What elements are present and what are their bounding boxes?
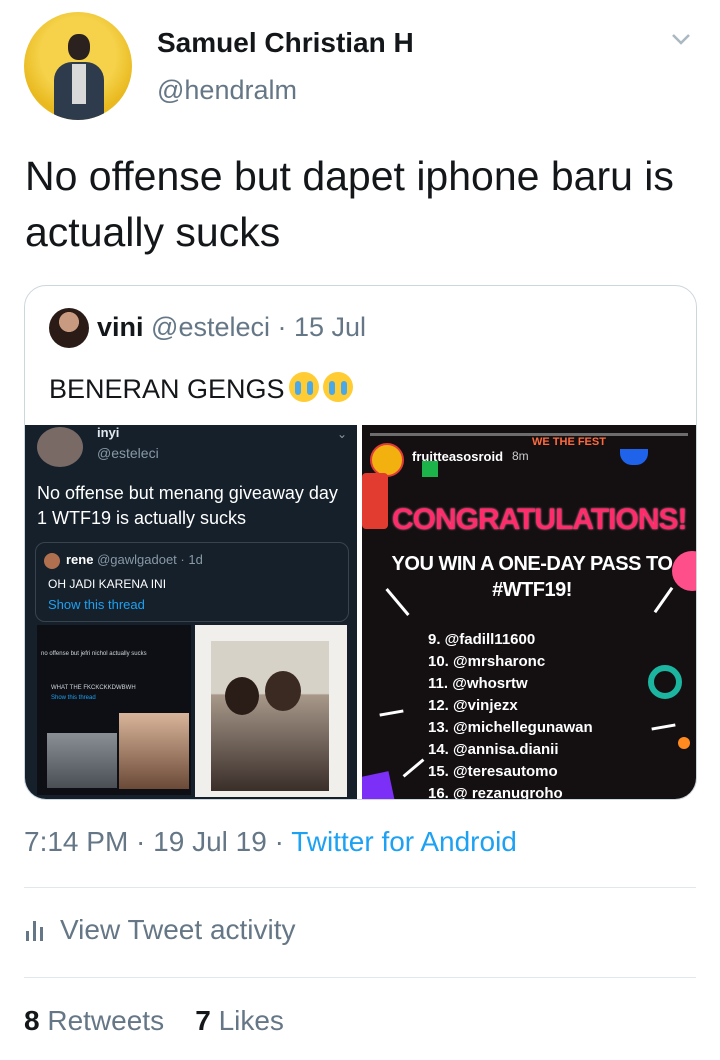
story-win-line2: #WTF19! (492, 579, 572, 601)
quoted-tweet-card[interactable]: vini @esteleci · 15 Jul BENERAN GENGS in… (24, 285, 697, 800)
media-left-quote-avatar (44, 553, 60, 569)
story-time: 8m (512, 449, 529, 463)
story-win-text: YOU WIN A ONE-DAY PASS TO #WTF19! (372, 551, 692, 603)
likes-stat[interactable]: 7 Likes (195, 1005, 284, 1036)
tweet-source-link[interactable]: Twitter for Android (291, 826, 517, 857)
winner-item: 9. @fadill11600 (428, 631, 536, 648)
story-headline: CONGRATULATIONS! (392, 503, 688, 536)
avatar-head (68, 34, 90, 60)
decor-shape (362, 771, 395, 799)
media-left-name: inyi (97, 425, 120, 440)
chevron-down-icon[interactable] (670, 28, 692, 50)
decor-line (651, 723, 676, 731)
quoted-text: BENERAN GENGS (49, 374, 285, 404)
polaroid-person (265, 671, 301, 711)
winner-item: 13. @michellegunawan (428, 719, 593, 736)
chevron-down-icon: ⌄ (336, 427, 347, 441)
avatar-shirt (72, 64, 86, 104)
decor-line (379, 709, 404, 717)
tweet-stats: 8 Retweets 7 Likes (24, 1005, 284, 1037)
likes-label: Likes (218, 1005, 284, 1036)
quoted-header: vini @esteleci · 15 Jul (97, 312, 366, 343)
activity-label: View Tweet activity (60, 914, 296, 945)
we-the-fest-logo: WE THE FEST (532, 436, 606, 448)
media-left-avatar (37, 427, 83, 467)
story-win-line1: YOU WIN A ONE-DAY PASS TO (391, 553, 673, 575)
quoted-avatar[interactable] (49, 308, 89, 348)
media-left-quote-text: OH JADI KARENA INI (48, 577, 167, 591)
winner-item: 15. @teresautomo (428, 763, 558, 780)
winner-item: 10. @mrsharonc (428, 653, 546, 670)
loudly-crying-face-icon (288, 372, 319, 402)
media-left-quote-link: Show this thread (48, 597, 145, 612)
media-left-quote: rene @gawlgadoet · 1d OH JADI KARENA INI… (35, 542, 349, 622)
media-left-handle: @esteleci (97, 445, 159, 461)
winners-list: 9. @fadill11600 10. @mrsharonc 11. @whos… (428, 629, 593, 799)
view-tweet-activity-button[interactable]: View Tweet activity (24, 914, 296, 946)
winner-item: 14. @annisa.dianii (428, 741, 559, 758)
loudly-crying-face-icon (322, 372, 353, 402)
author-name[interactable]: Samuel Christian H (157, 27, 414, 59)
winner-item: 16. @ rezanugroho (428, 785, 563, 799)
divider (24, 887, 696, 888)
retweets-stat[interactable]: 8 Retweets (24, 1005, 164, 1036)
media-left-car-photo (47, 733, 117, 788)
author-handle[interactable]: @hendralm (157, 75, 297, 106)
winner-item: 11. @whosrtw (428, 675, 528, 692)
decor-shape (620, 449, 648, 465)
media-left-tiny-text: WHAT THE FKCKCKKDWBWH (51, 685, 136, 691)
media-left-quote-header: rene @gawlgadoet · 1d (66, 552, 203, 567)
fruittea-logo (370, 443, 404, 477)
analytics-icon (24, 919, 46, 941)
tweet-meta: 7:14 PM · 19 Jul 19 · Twitter for Androi… (24, 826, 517, 857)
media-left-text: No offense but menang giveaway day 1 WTF… (37, 483, 338, 528)
quoted-media-left[interactable]: inyi @esteleci ⌄ No offense but menang g… (25, 425, 357, 799)
decor-dot (678, 737, 690, 749)
decor-line (402, 758, 425, 778)
likes-count: 7 (195, 1005, 211, 1036)
tweet-text: No offense but dapet iphone baru is actu… (25, 153, 674, 255)
tweet-date: 19 Jul 19 (153, 826, 267, 857)
media-left-tiny-text: Show this thread (51, 695, 96, 701)
decor-shape (422, 461, 438, 477)
quoted-text-line: BENERAN GENGS (49, 372, 353, 405)
tweet-time: 7:14 PM (24, 826, 129, 857)
divider (24, 977, 696, 978)
story-progress-bar (370, 433, 688, 436)
quoted-date: · 15 Jul (277, 312, 367, 342)
media-left-tiny-text: no offense but jefri nichol actually suc… (41, 651, 147, 657)
decor-ring (648, 665, 682, 699)
retweets-count: 8 (24, 1005, 40, 1036)
quoted-name: vini (97, 312, 144, 342)
media-left-selfie-photo (119, 713, 189, 789)
media-left-polaroid (195, 625, 347, 797)
winner-item: 12. @vinjezx (428, 697, 518, 714)
polaroid-person (225, 677, 259, 715)
media-left-quote-handle: @gawlgadoet · 1d (97, 552, 203, 567)
quoted-handle: @esteleci (151, 312, 270, 342)
media-left-quote-name: rene (66, 552, 94, 567)
fruittea-bottle (362, 473, 388, 529)
quoted-media-right[interactable]: fruitteasosroid 8m WE THE FEST CONGRATUL… (362, 425, 696, 799)
retweets-label: Retweets (47, 1005, 165, 1036)
author-avatar[interactable] (24, 12, 132, 120)
polaroid-picture (211, 641, 329, 791)
